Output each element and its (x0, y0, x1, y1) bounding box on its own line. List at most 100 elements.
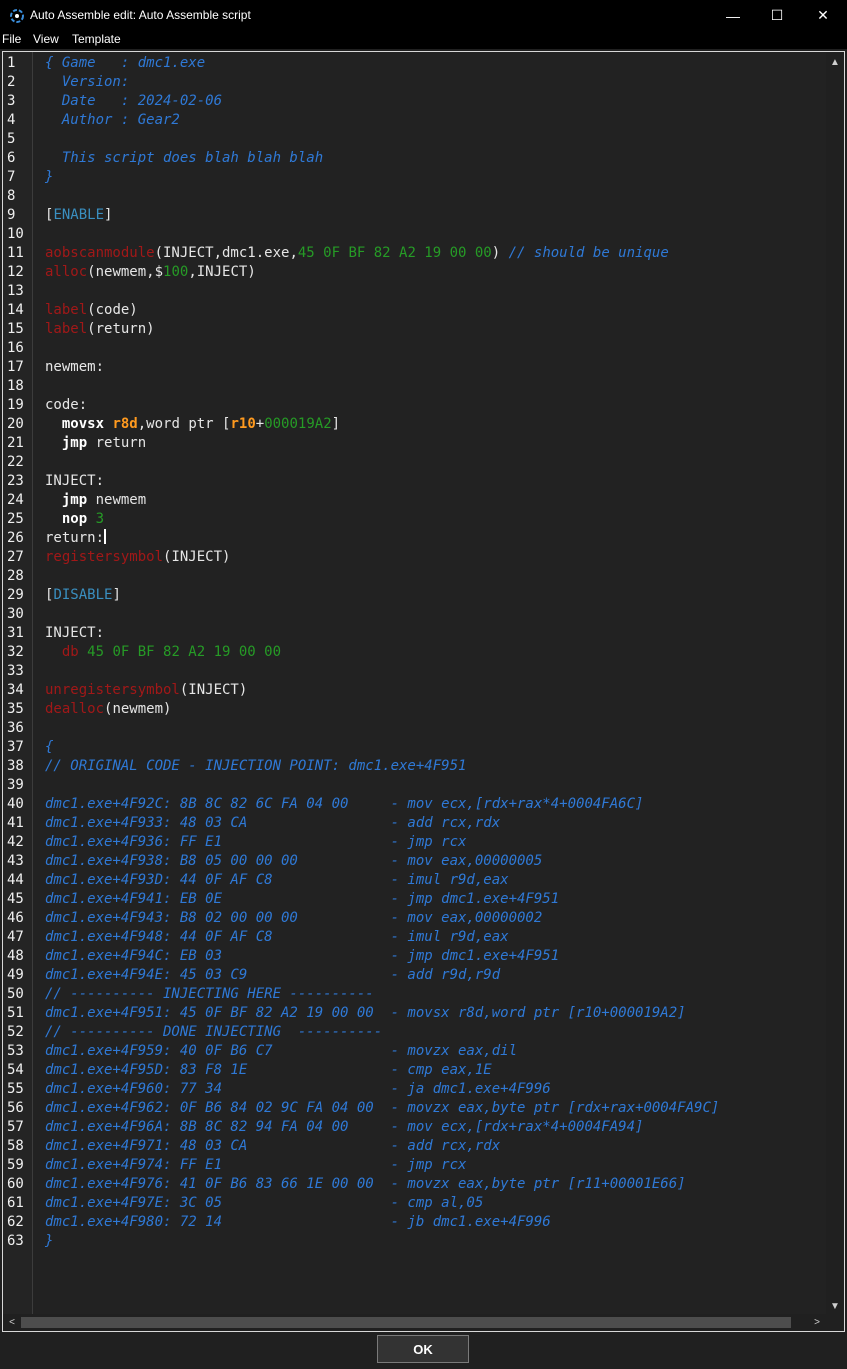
line-number: 11 (7, 245, 24, 261)
text-token: (INJECT) (179, 682, 248, 698)
code-line[interactable]: Date : 2024-02-06 (45, 92, 222, 111)
code-line[interactable]: dmc1.exe+4F93D: 44 0F AF C8 - imul r9d,e… (45, 871, 509, 890)
code-line[interactable]: dmc1.exe+4F941: EB 0E - jmp dmc1.exe+4F9… (45, 890, 559, 909)
close-button[interactable]: ✕ (800, 0, 846, 31)
code-line[interactable]: dmc1.exe+4F936: FF E1 - jmp rcx (45, 833, 466, 852)
line-number: 61 (7, 1195, 24, 1211)
code-line[interactable]: db 45 0F BF 82 A2 19 00 00 (45, 643, 281, 662)
line-number: 25 (7, 511, 24, 527)
code-line[interactable]: label(code) (45, 301, 138, 320)
code-line[interactable]: label(return) (45, 320, 155, 339)
code-line[interactable]: return: (45, 529, 107, 548)
code-line[interactable]: unregistersymbol(INJECT) (45, 681, 247, 700)
code-line[interactable]: dmc1.exe+4F948: 44 0F AF C8 - imul r9d,e… (45, 928, 509, 947)
line-number: 33 (7, 663, 24, 679)
code-line[interactable]: dmc1.exe+4F94C: EB 03 - jmp dmc1.exe+4F9… (45, 947, 559, 966)
code-line[interactable]: dmc1.exe+4F933: 48 03 CA - add rcx,rdx (45, 814, 500, 833)
scroll-left-icon[interactable]: < (4, 1314, 20, 1331)
code-line[interactable]: dmc1.exe+4F92C: 8B 8C 82 6C FA 04 00 - m… (45, 795, 643, 814)
code-line[interactable]: dmc1.exe+4F96A: 8B 8C 82 94 FA 04 00 - m… (45, 1118, 643, 1137)
script-editor[interactable]: 1 2 3 4 5 6 7 8 9 10 11 12 13 14 15 16 17 18 19 20 21 22 23 24 2… (2, 51, 845, 1332)
line-number: 16 (7, 340, 24, 356)
line-number: 20 (7, 416, 24, 432)
instruction-token: jmp (61, 492, 88, 508)
line-number: 49 (7, 967, 24, 983)
code-line[interactable]: [ENABLE] (45, 206, 112, 225)
code-line[interactable]: Author : Gear2 (45, 111, 180, 130)
instruction-token: nop (61, 511, 88, 527)
command-token: dealloc (45, 701, 105, 717)
menu-template[interactable]: Template (72, 32, 121, 46)
line-number: 59 (7, 1157, 24, 1173)
code-line[interactable]: This script does blah blah blah (45, 149, 323, 168)
code-line[interactable]: dmc1.exe+4F974: FF E1 - jmp rcx (45, 1156, 466, 1175)
code-line[interactable]: dmc1.exe+4F95D: 83 F8 1E - cmp eax,1E (45, 1061, 492, 1080)
code-line[interactable]: } (45, 168, 53, 187)
code-line[interactable]: jmp return (45, 434, 146, 453)
horizontal-scroll-thumb[interactable] (21, 1317, 791, 1328)
code-line[interactable]: [DISABLE] (45, 586, 121, 605)
comment-token: dmc1.exe+4F95D: 83 F8 1E - cmp eax,1E (45, 1062, 492, 1078)
code-line[interactable]: } (45, 1232, 53, 1251)
code-line[interactable]: dmc1.exe+4F94E: 45 03 C9 - add r9d,r9d (45, 966, 500, 985)
code-line[interactable]: nop 3 (45, 510, 104, 529)
code-line[interactable]: dmc1.exe+4F962: 0F B6 84 02 9C FA 04 00 … (45, 1099, 719, 1118)
scroll-right-icon[interactable]: > (809, 1314, 825, 1331)
code-line[interactable]: dmc1.exe+4F971: 48 03 CA - add rcx,rdx (45, 1137, 500, 1156)
ok-button[interactable]: OK (377, 1335, 469, 1363)
comment-token: { (45, 739, 54, 755)
menu-file[interactable]: File (2, 32, 21, 46)
comment-token: dmc1.exe+4F93D: 44 0F AF C8 - imul r9d,e… (45, 872, 509, 888)
code-line[interactable]: INJECT: (45, 472, 104, 491)
line-number: 31 (7, 625, 24, 641)
horizontal-scrollbar[interactable]: < > (3, 1314, 826, 1331)
code-line[interactable]: // ---------- DONE INJECTING ---------- (45, 1023, 382, 1042)
code-line[interactable]: dmc1.exe+4F976: 41 0F B6 83 66 1E 00 00 … (45, 1175, 686, 1194)
code-line[interactable]: dmc1.exe+4F960: 77 34 - ja dmc1.exe+4F99… (45, 1080, 551, 1099)
vertical-scroll-thumb[interactable] (830, 72, 840, 1292)
scroll-up-icon[interactable]: ▲ (826, 54, 844, 70)
code-line[interactable]: dealloc(newmem) (45, 700, 171, 719)
code-line[interactable]: newmem: (45, 358, 104, 377)
minimize-button[interactable]: — (710, 0, 756, 31)
maximize-button[interactable]: ☐ (754, 0, 800, 31)
line-number-gutter: 1 2 3 4 5 6 7 8 9 10 11 12 13 14 15 16 17 18 19 20 21 22 23 24 2… (3, 52, 33, 1314)
comment-token: Version: (45, 74, 138, 90)
code-line[interactable]: dmc1.exe+4F959: 40 0F B6 C7 - movzx eax,… (45, 1042, 517, 1061)
line-number: 60 (7, 1176, 24, 1192)
command-token: label (45, 302, 88, 318)
code-line[interactable]: // ORIGINAL CODE - INJECTION POINT: dmc1… (45, 757, 466, 776)
comment-token: This script does blah blah blah (45, 150, 324, 166)
code-line[interactable]: dmc1.exe+4F980: 72 14 - jb dmc1.exe+4F99… (45, 1213, 551, 1232)
line-number: 30 (7, 606, 24, 622)
comment-token: dmc1.exe+4F943: B8 02 00 00 00 - mov eax… (45, 910, 543, 926)
title-bar[interactable]: Auto Assemble edit: Auto Assemble script… (0, 0, 847, 31)
code-line[interactable]: { Game : dmc1.exe (45, 54, 205, 73)
line-number: 41 (7, 815, 24, 831)
code-line[interactable]: code: (45, 396, 87, 415)
comment-token: Date : 2024-02-06 (45, 93, 223, 109)
code-line[interactable]: aobscanmodule(INJECT,dmc1.exe,45 0F BF 8… (45, 244, 669, 263)
line-number: 6 (7, 150, 16, 166)
code-line[interactable]: // ---------- INJECTING HERE ---------- (45, 985, 374, 1004)
section-token: ENABLE (53, 207, 105, 223)
code-line[interactable]: registersymbol(INJECT) (45, 548, 230, 567)
scroll-down-icon[interactable]: ▼ (826, 1298, 844, 1314)
code-line[interactable]: dmc1.exe+4F97E: 3C 05 - cmp al,05 (45, 1194, 483, 1213)
line-number: 48 (7, 948, 24, 964)
code-line[interactable]: alloc(newmem,$100,INJECT) (45, 263, 256, 282)
code-line[interactable]: dmc1.exe+4F943: B8 02 00 00 00 - mov eax… (45, 909, 542, 928)
code-line[interactable]: Version: (45, 73, 138, 92)
code-line[interactable]: jmp newmem (45, 491, 146, 510)
line-number: 39 (7, 777, 24, 793)
code-line[interactable]: movsx r8d,word ptr [r10+000019A2] (45, 415, 340, 434)
code-line[interactable]: INJECT: (45, 624, 104, 643)
line-number: 51 (7, 1005, 24, 1021)
code-area[interactable]: { Game : dmc1.exe Version: Date : 2024-0… (33, 52, 826, 1314)
vertical-scrollbar[interactable]: ▲ ▼ (826, 52, 844, 1314)
code-line[interactable]: { (45, 738, 53, 757)
menu-view[interactable]: View (33, 32, 59, 46)
line-number: 46 (7, 910, 24, 926)
code-line[interactable]: dmc1.exe+4F938: B8 05 00 00 00 - mov eax… (45, 852, 542, 871)
code-line[interactable]: dmc1.exe+4F951: 45 0F BF 82 A2 19 00 00 … (45, 1004, 686, 1023)
